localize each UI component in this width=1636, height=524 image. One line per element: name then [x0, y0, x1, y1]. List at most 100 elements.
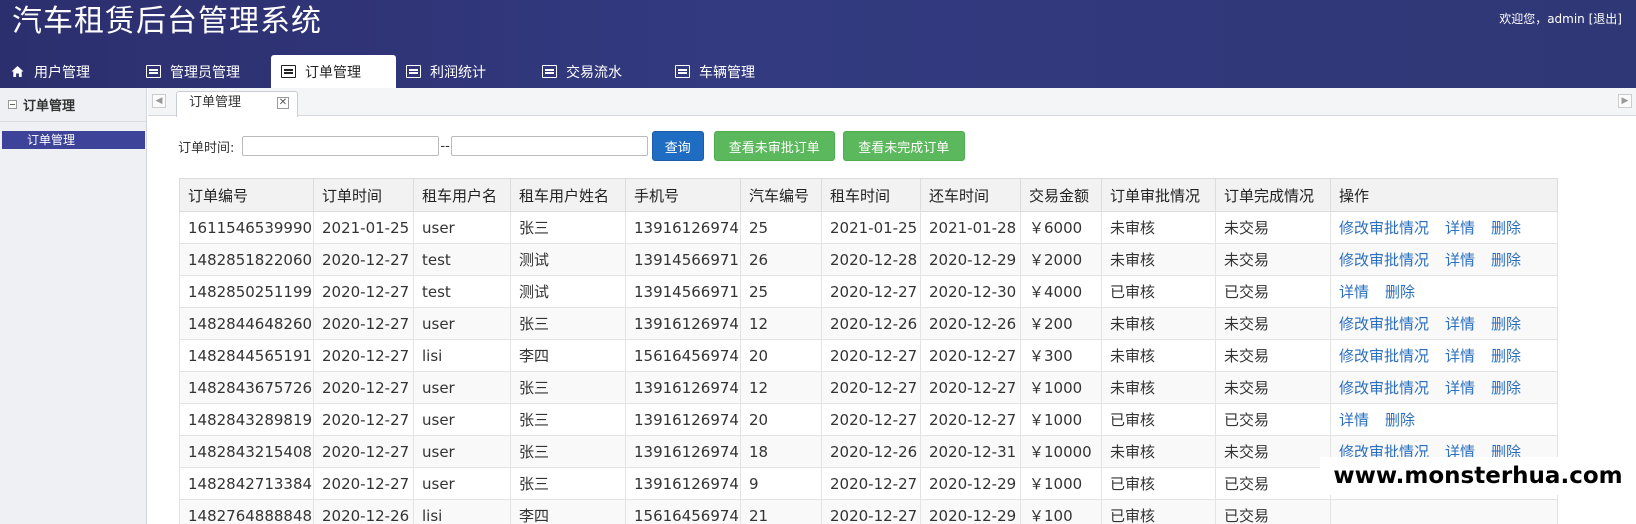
detail-link[interactable]: 详情 [1445, 379, 1475, 397]
table-cell: 2020-12-27 [313, 243, 414, 276]
close-icon[interactable]: ✕ [277, 97, 289, 109]
row-actions: 修改审批情况 详情 删除 [1330, 339, 1558, 372]
table-cell: 25 [740, 211, 822, 244]
detail-link[interactable]: 详情 [1339, 411, 1369, 429]
nav-tab-user-management[interactable]: 用户管理 [0, 55, 136, 88]
content-tab-order-management[interactable]: 订单管理 ✕ [176, 91, 298, 117]
detail-link[interactable]: 详情 [1445, 251, 1475, 269]
detail-link[interactable]: 详情 [1339, 283, 1369, 301]
watermark-text: www.monsterhua.com [1320, 457, 1636, 495]
delete-link[interactable]: 删除 [1491, 379, 1521, 397]
table-cell: 2020-12-26 [821, 435, 921, 468]
modify-link[interactable]: 修改审批情况 [1339, 315, 1429, 333]
nav-tab-transactions[interactable]: 交易流水 [532, 55, 665, 88]
table-cell: 未审核 [1101, 243, 1216, 276]
delete-link[interactable]: 删除 [1491, 219, 1521, 237]
tab-scroll-left-icon[interactable]: ◀ [152, 94, 166, 108]
end-date-input[interactable] [450, 136, 648, 156]
column-header: 订单完成情况 [1215, 178, 1331, 212]
table-cell: 2020-12-27 [821, 275, 921, 308]
delete-link[interactable]: 删除 [1491, 251, 1521, 269]
table-cell: 2020-12-27 [313, 403, 414, 436]
view-unapproved-button[interactable]: 查看未审批订单 [713, 131, 835, 161]
table-cell: 2020-12-27 [920, 403, 1021, 436]
table-cell: 13916126974 [625, 403, 741, 436]
table-cell: 2020-12-27 [821, 371, 921, 404]
table-cell: user [413, 371, 511, 404]
table-cell: 未审核 [1101, 339, 1216, 372]
sidebar-section-header[interactable]: 订单管理 [0, 88, 146, 122]
modify-link[interactable]: 修改审批情况 [1339, 379, 1429, 397]
table-cell: 未审核 [1101, 435, 1216, 468]
table-cell: 15616456974 [625, 339, 741, 372]
table-cell: 20 [740, 339, 822, 372]
table-cell: 已交易 [1215, 403, 1331, 436]
table-cell: 2020-12-27 [313, 371, 414, 404]
collapse-icon[interactable] [8, 100, 17, 109]
detail-link[interactable]: 详情 [1445, 315, 1475, 333]
column-header: 订单编号 [179, 178, 314, 212]
table-cell: ￥10000 [1020, 435, 1102, 468]
table-cell: 2020-12-27 [313, 435, 414, 468]
delete-link[interactable]: 删除 [1491, 347, 1521, 365]
filter-label: 订单时间: [178, 140, 235, 156]
date-separator: -- [440, 138, 450, 154]
start-date-input[interactable] [242, 136, 440, 156]
table-cell: 1482844648260 [179, 307, 314, 340]
nav-tab-order-management[interactable]: 订单管理 [271, 55, 396, 88]
table-cell: 13914566971 [625, 275, 741, 308]
table-cell: ￥300 [1020, 339, 1102, 372]
table-cell: ￥1000 [1020, 467, 1102, 500]
modify-link[interactable]: 修改审批情况 [1339, 347, 1429, 365]
modify-link[interactable]: 修改审批情况 [1339, 251, 1429, 269]
detail-link[interactable]: 详情 [1445, 219, 1475, 237]
delete-link[interactable]: 删除 [1491, 315, 1521, 333]
table-cell: 2020-12-27 [313, 275, 414, 308]
column-header: 汽车编号 [740, 178, 822, 212]
nav-tab-profit-stats[interactable]: 利润统计 [396, 55, 532, 88]
view-unfinished-button[interactable]: 查看未完成订单 [842, 131, 965, 161]
table-cell: 2020-12-27 [920, 339, 1021, 372]
modify-link[interactable]: 修改审批情况 [1339, 219, 1429, 237]
table-cell: test [413, 275, 511, 308]
table-cell: lisi [413, 499, 511, 524]
delete-link[interactable]: 删除 [1385, 283, 1415, 301]
table-cell: 2021-01-25 [821, 211, 921, 244]
table-cell: 张三 [510, 211, 626, 244]
logout-link[interactable]: [退出] [1589, 12, 1622, 26]
document-icon [281, 65, 296, 78]
table-cell: 12 [740, 371, 822, 404]
table-cell: 2020-12-27 [821, 339, 921, 372]
row-actions [1330, 499, 1558, 524]
row-actions: 修改审批情况 详情 删除 [1330, 211, 1558, 244]
query-button[interactable]: 查询 [651, 131, 704, 161]
tab-scroll-right-icon[interactable]: ▶ [1618, 94, 1632, 108]
table-cell: 2020-12-27 [920, 371, 1021, 404]
row-actions: 修改审批情况 详情 删除 [1330, 243, 1558, 276]
table-cell: 1482843215408 [179, 435, 314, 468]
table-cell: 未交易 [1215, 339, 1331, 372]
table-cell: 1482843675726 [179, 371, 314, 404]
table-cell: 2020-12-30 [920, 275, 1021, 308]
delete-link[interactable]: 删除 [1385, 411, 1415, 429]
table-cell: ￥6000 [1020, 211, 1102, 244]
table-cell: 2020-12-27 [821, 403, 921, 436]
table-cell: ￥2000 [1020, 243, 1102, 276]
table-cell: 已审核 [1101, 467, 1216, 500]
nav-tab-admin-management[interactable]: 管理员管理 [136, 55, 271, 88]
table-cell: ￥1000 [1020, 371, 1102, 404]
detail-link[interactable]: 详情 [1445, 347, 1475, 365]
table-cell: 已交易 [1215, 275, 1331, 308]
table-cell: 未审核 [1101, 211, 1216, 244]
sidebar-item-order-management[interactable]: 订单管理 [2, 131, 145, 149]
table-cell: 15616456974 [625, 499, 741, 524]
row-actions: 修改审批情况 详情 删除 [1330, 371, 1558, 404]
document-icon [542, 65, 557, 78]
column-header: 租车用户名 [413, 178, 511, 212]
nav-tab-vehicle-management[interactable]: 车辆管理 [665, 55, 795, 88]
table-row: 1482844565191 2020-12-27 lisi 李四 15616456974… [179, 339, 1558, 372]
table-cell: user [413, 467, 511, 500]
table-cell: 未审核 [1101, 307, 1216, 340]
table-cell: 张三 [510, 403, 626, 436]
table-cell: 25 [740, 275, 822, 308]
